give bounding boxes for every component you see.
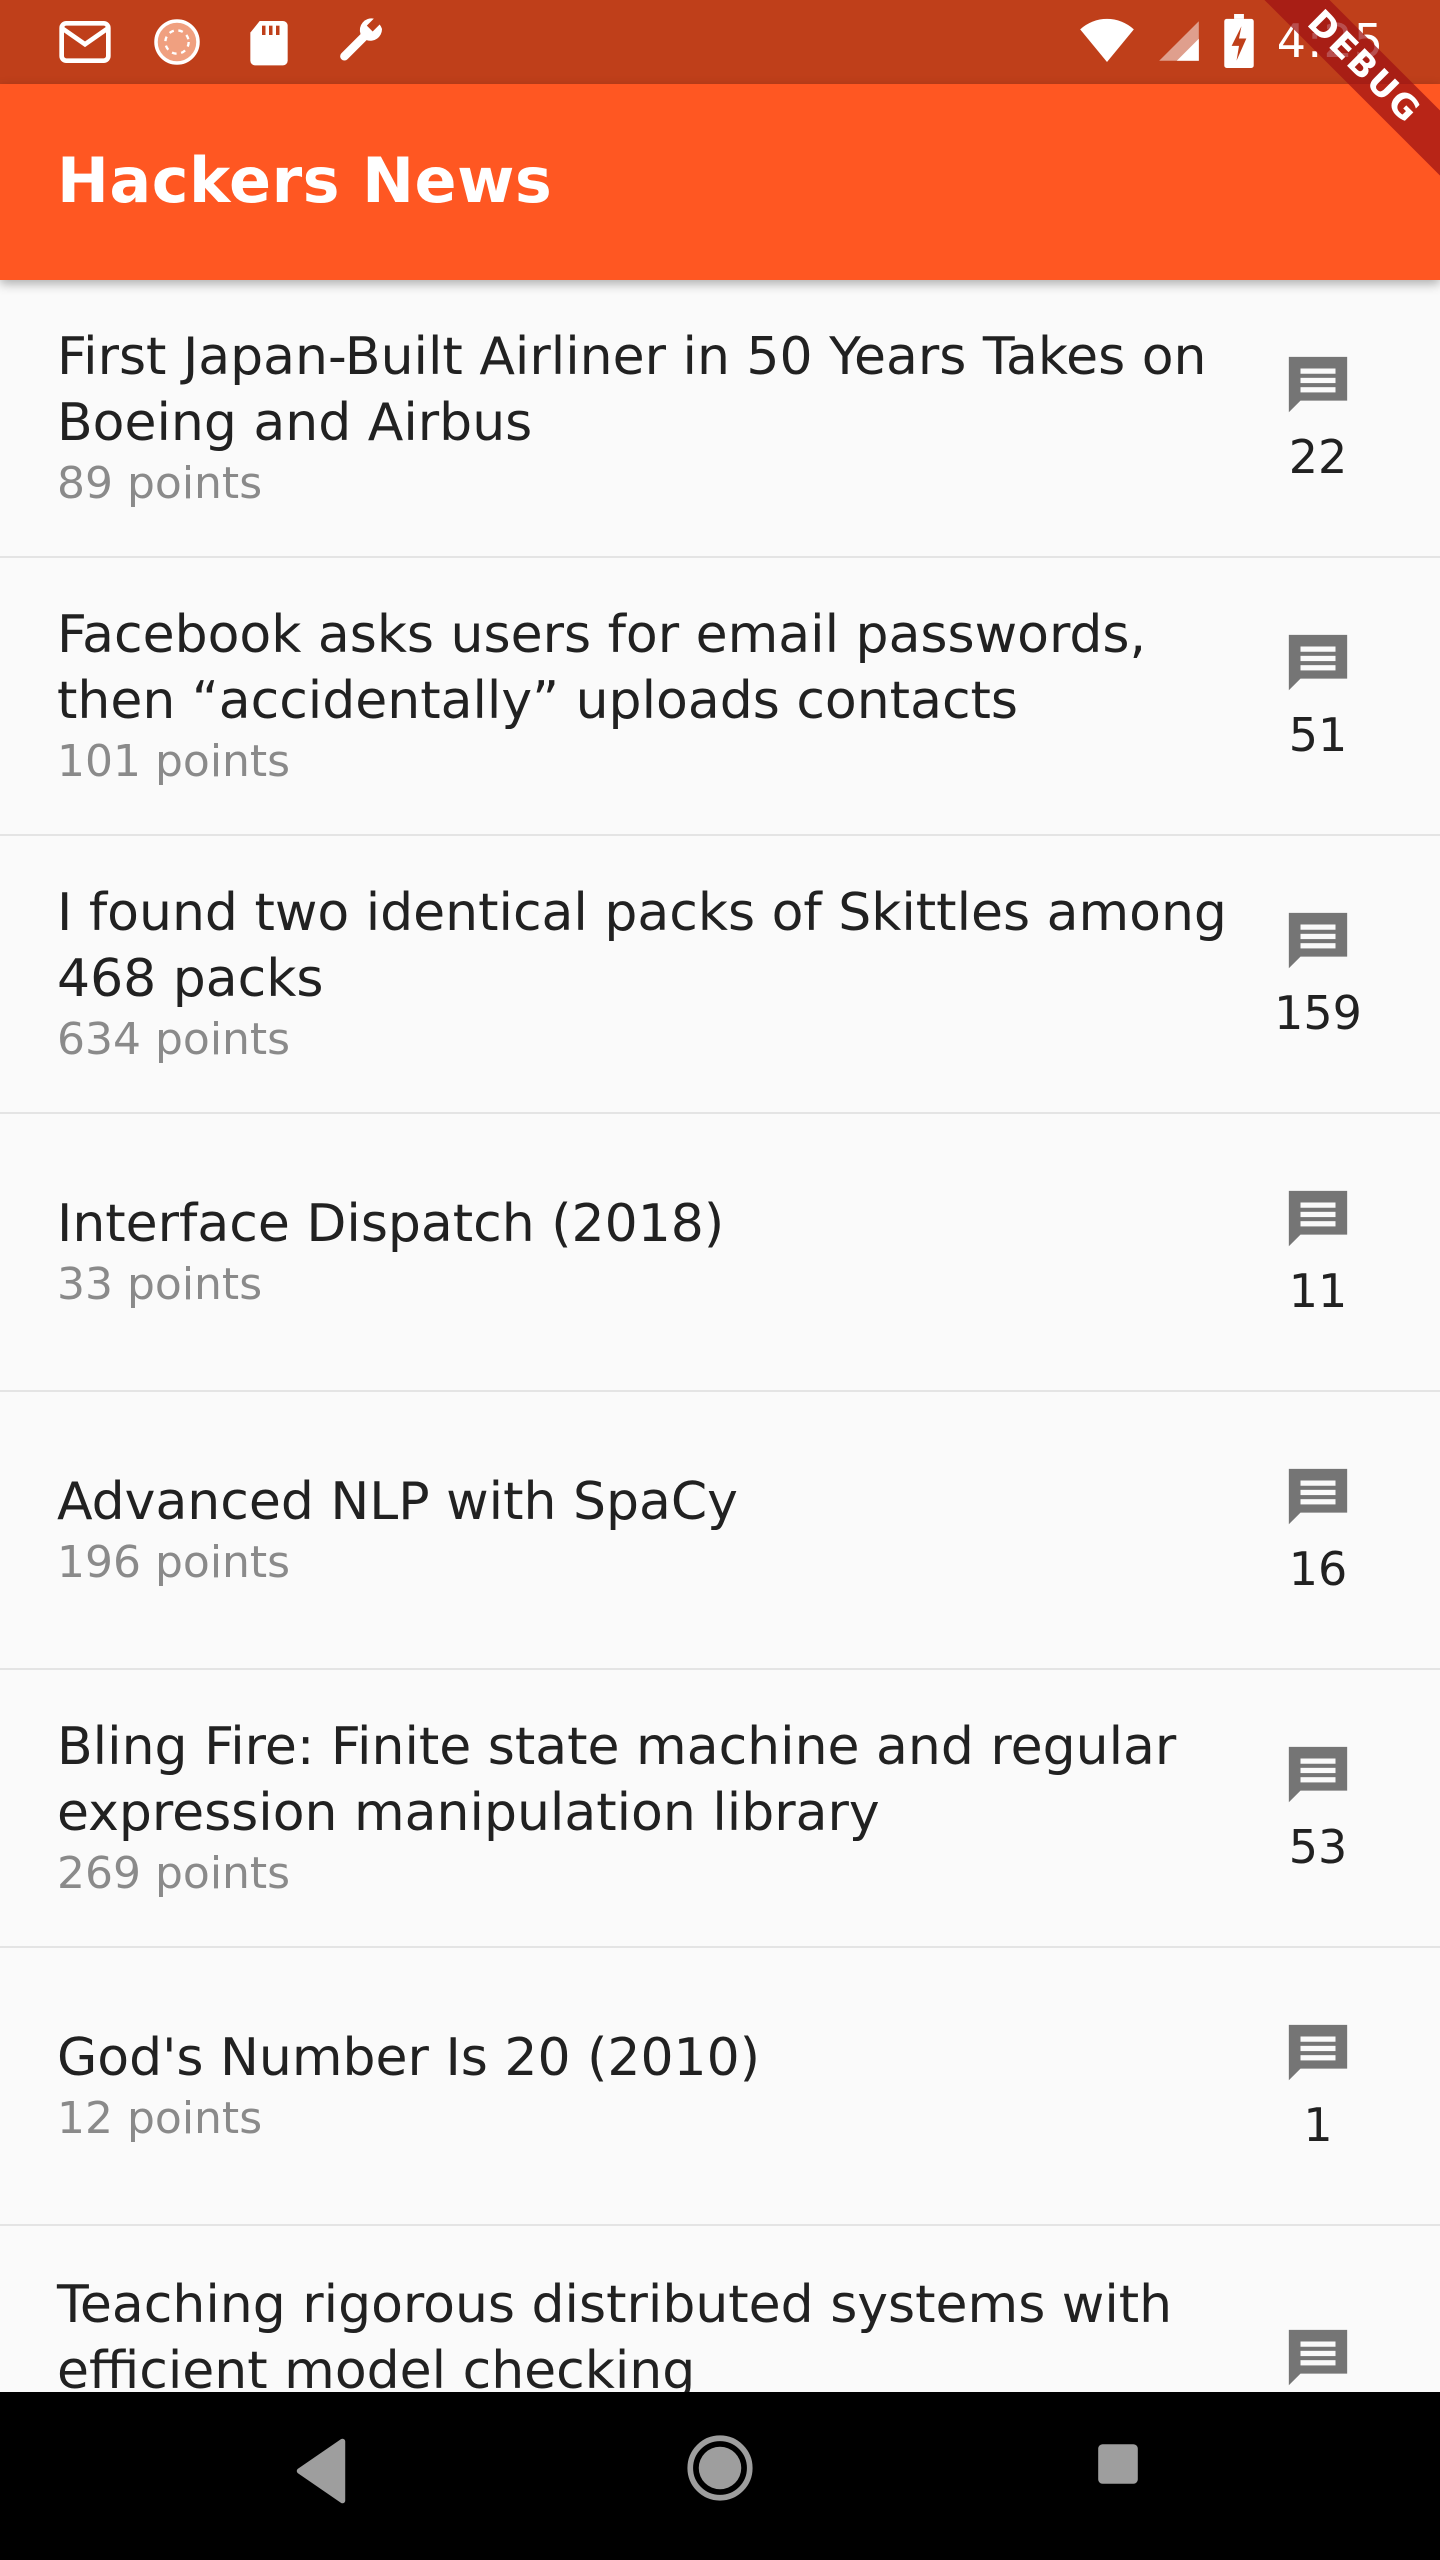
- list-item[interactable]: Bling Fire: Finite state machine and reg…: [0, 1670, 1440, 1948]
- story-title: God's Number Is 20 (2010): [57, 2028, 761, 2088]
- home-icon[interactable]: [686, 2434, 754, 2502]
- back-icon[interactable]: [294, 2436, 348, 2506]
- comment-icon: [1288, 2024, 1348, 2081]
- list-item[interactable]: Teaching rigorous distributed systems wi…: [0, 2226, 1440, 2392]
- comment-count: 1: [1303, 2098, 1333, 2152]
- story-text: First Japan-Built Airliner in 50 Years T…: [57, 324, 1237, 512]
- app-bar: Hackers News: [0, 84, 1440, 280]
- status-time: 4:25: [1276, 14, 1384, 68]
- comments-button[interactable]: 16: [1258, 1463, 1378, 1597]
- comment-icon: [1288, 1746, 1348, 1803]
- signal-icon: [1158, 21, 1199, 61]
- battery-charging-icon: [1223, 14, 1254, 68]
- comments-button[interactable]: 11: [1258, 1185, 1378, 1319]
- comment-icon: [1288, 1468, 1348, 1525]
- comment-icon: [1288, 1190, 1348, 1247]
- wrench-icon: [340, 18, 382, 61]
- sd-card-icon: [250, 21, 288, 66]
- list-item[interactable]: God's Number Is 20 (2010) 12 points 1: [0, 1948, 1440, 2226]
- story-title: Teaching rigorous distributed systems wi…: [57, 2275, 1173, 2392]
- story-points: 101 points: [57, 736, 291, 787]
- comment-icon: [1288, 634, 1348, 691]
- story-points: 269 points: [57, 1848, 291, 1899]
- list-item[interactable]: I found two identical packs of Skittles …: [0, 836, 1440, 1114]
- story-text: I found two identical packs of Skittles …: [57, 880, 1237, 1068]
- comment-count: 53: [1288, 1820, 1348, 1874]
- comments-button[interactable]: 53: [1258, 1741, 1378, 1875]
- story-title: Bling Fire: Finite state machine and reg…: [57, 1717, 1177, 1843]
- comments-button[interactable]: 51: [1258, 629, 1378, 763]
- comments-button[interactable]: 22: [1258, 351, 1378, 485]
- comments-button[interactable]: [1258, 2324, 1378, 2392]
- status-bar-system: 4:25: [1079, 14, 1384, 68]
- recents-icon[interactable]: [1096, 2442, 1140, 2486]
- story-text: Bling Fire: Finite state machine and reg…: [57, 1714, 1237, 1902]
- story-title: First Japan-Built Airliner in 50 Years T…: [57, 327, 1207, 453]
- status-bar: 4:25: [0, 0, 1440, 84]
- comment-icon: [1288, 2329, 1348, 2386]
- wifi-icon: [1079, 18, 1134, 62]
- story-text: God's Number Is 20 (2010) 12 points: [57, 2025, 1237, 2147]
- navigation-bar: [0, 2392, 1440, 2560]
- sync-icon: [154, 19, 200, 65]
- page-title: Hackers News: [57, 144, 553, 217]
- comment-icon: [1288, 356, 1348, 413]
- story-points: 196 points: [57, 1537, 291, 1588]
- story-list[interactable]: First Japan-Built Airliner in 50 Years T…: [0, 280, 1440, 2392]
- story-title: Facebook asks users for email passwords,…: [57, 605, 1147, 731]
- comment-count: 16: [1288, 1542, 1348, 1596]
- gmail-icon: [59, 21, 111, 63]
- story-text: Facebook asks users for email passwords,…: [57, 602, 1237, 790]
- list-item[interactable]: Facebook asks users for email passwords,…: [0, 558, 1440, 836]
- comments-button[interactable]: 159: [1258, 907, 1378, 1041]
- list-item[interactable]: First Japan-Built Airliner in 50 Years T…: [0, 280, 1440, 558]
- story-text: Teaching rigorous distributed systems wi…: [57, 2272, 1237, 2392]
- story-points: 634 points: [57, 1014, 291, 1065]
- comment-count: 22: [1288, 430, 1348, 484]
- story-text: Interface Dispatch (2018) 33 points: [57, 1191, 1237, 1313]
- story-text: Advanced NLP with SpaCy 196 points: [57, 1469, 1237, 1591]
- story-title: Advanced NLP with SpaCy: [57, 1472, 738, 1532]
- status-bar-notifications: [56, 14, 390, 70]
- comment-icon: [1288, 912, 1348, 969]
- comments-button[interactable]: 1: [1258, 2019, 1378, 2153]
- story-points: 89 points: [57, 458, 263, 509]
- story-title: I found two identical packs of Skittles …: [57, 883, 1227, 1009]
- comment-count: 51: [1288, 708, 1348, 762]
- list-item[interactable]: Interface Dispatch (2018) 33 points 11: [0, 1114, 1440, 1392]
- story-points: 33 points: [57, 1259, 263, 1310]
- comment-count: 159: [1274, 986, 1362, 1040]
- story-title: Interface Dispatch (2018): [57, 1194, 725, 1254]
- comment-count: 11: [1288, 1264, 1348, 1318]
- list-item[interactable]: Advanced NLP with SpaCy 196 points 16: [0, 1392, 1440, 1670]
- story-points: 12 points: [57, 2093, 263, 2144]
